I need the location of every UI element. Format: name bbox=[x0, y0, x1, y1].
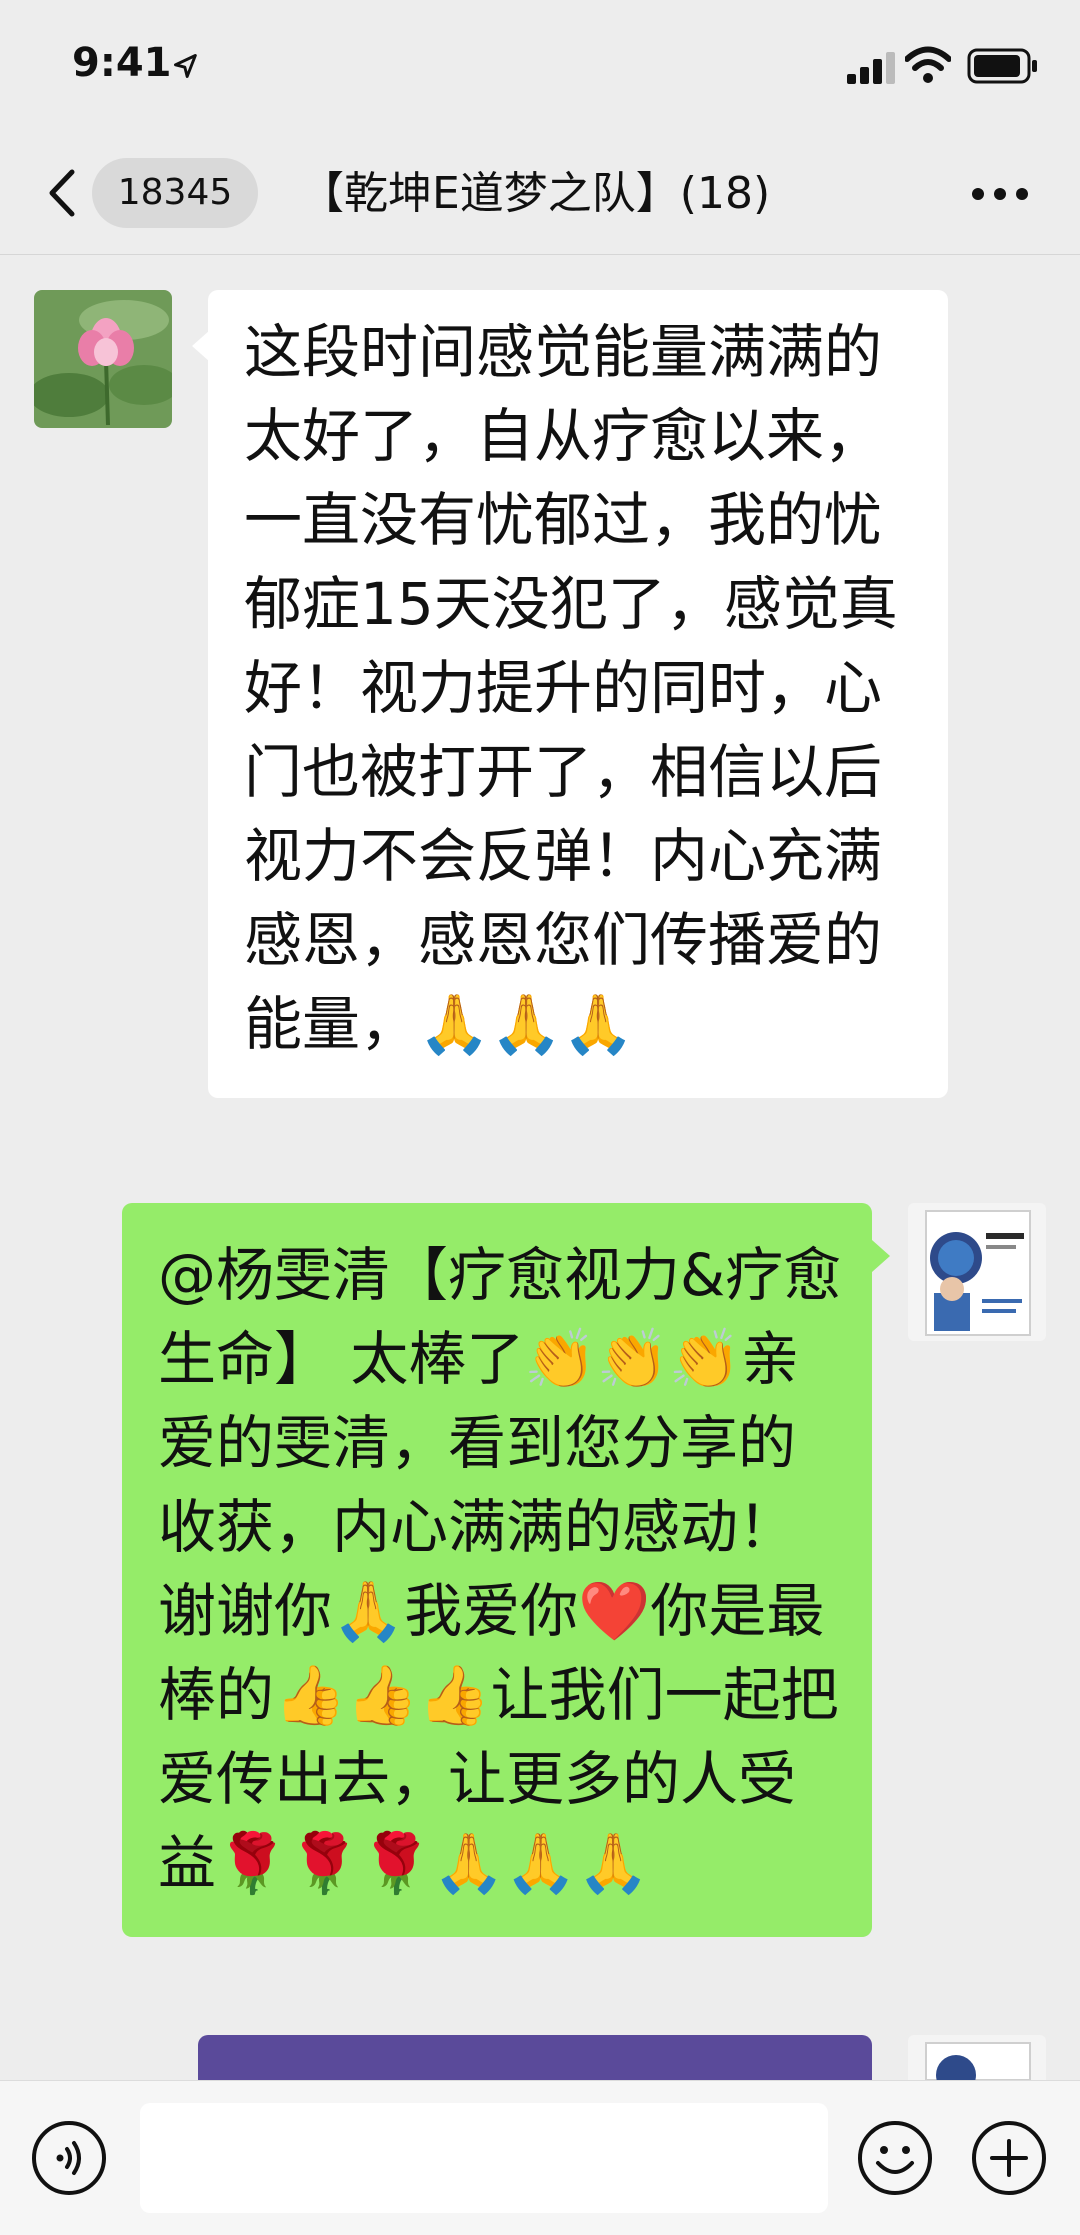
sender-avatar[interactable] bbox=[34, 290, 172, 428]
status-time: 9:41 bbox=[72, 40, 172, 86]
book-cover-avatar bbox=[908, 1203, 1046, 1341]
message-bubble-received[interactable]: 这段时间感觉能量满满的太好了，自从疗愈以来，一直没有忧郁过，我的忧郁症15天没犯… bbox=[208, 290, 948, 1098]
chat-title: 【乾坤E道梦之队】(18) bbox=[300, 168, 771, 219]
lotus-avatar bbox=[34, 290, 172, 428]
book-cover-avatar bbox=[908, 2035, 1046, 2080]
emoji-icon[interactable] bbox=[856, 2119, 934, 2197]
plus-icon[interactable] bbox=[970, 2119, 1048, 2197]
voice-icon[interactable] bbox=[30, 2119, 108, 2197]
signal-icon bbox=[847, 52, 895, 84]
message-input[interactable] bbox=[140, 2103, 828, 2213]
self-avatar[interactable] bbox=[908, 2035, 1046, 2080]
status-bar: 9:41 bbox=[0, 0, 1080, 130]
chat-header: 18345 【乾坤E道梦之队】(18) bbox=[0, 130, 1080, 255]
chevron-left-icon[interactable] bbox=[44, 168, 78, 218]
message-text: @杨雯清【疗愈视力&疗愈生命】 太棒了👏👏👏亲爱的雯清，看到您分享的收获，内心满… bbox=[158, 1241, 842, 1897]
input-bar bbox=[0, 2080, 1080, 2235]
more-dots-icon[interactable] bbox=[970, 182, 1030, 206]
message-bubble-sent[interactable]: @杨雯清【疗愈视力&疗愈生命】 太棒了👏👏👏亲爱的雯清，看到您分享的收获，内心满… bbox=[122, 1203, 872, 1937]
location-arrow-icon bbox=[174, 54, 197, 78]
message-text: 这段时间感觉能量满满的太好了，自从疗愈以来，一直没有忧郁过，我的忧郁症15天没犯… bbox=[244, 318, 898, 1058]
self-avatar[interactable] bbox=[908, 1203, 1046, 1341]
wifi-icon bbox=[905, 46, 951, 83]
unread-count-badge[interactable]: 18345 bbox=[92, 158, 258, 228]
battery-icon bbox=[967, 48, 1037, 84]
